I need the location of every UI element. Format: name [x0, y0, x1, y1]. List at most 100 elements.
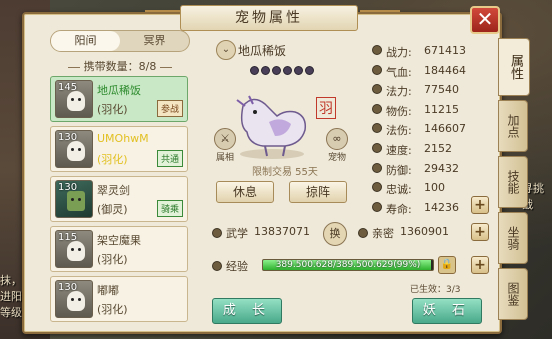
- background-text-2: 进阳: [0, 290, 22, 303]
- mana-icon: [372, 84, 382, 95]
- pet-type: (羽化): [97, 103, 128, 116]
- pet-switch-button[interactable]: ⌄: [216, 40, 236, 60]
- skill-icon[interactable]: [305, 66, 314, 75]
- magic-damage-icon: [372, 123, 382, 134]
- pet-info-icon-label: 宠物: [328, 153, 347, 163]
- stat-label: 寿命:: [386, 202, 412, 216]
- stat-row: 物伤: 11215: [372, 101, 492, 121]
- experience-plus-button[interactable]: +: [471, 256, 489, 274]
- pet-list-item[interactable]: 130 翠灵剑 (御灵) 骑乘: [50, 176, 188, 222]
- intimacy-label: 亲密: [372, 227, 394, 240]
- pet-list-item[interactable]: 145 地瓜稀饭 (羽化) 参战: [50, 76, 188, 122]
- pet-info-icon[interactable]: ∞: [326, 128, 348, 150]
- pet-avatar: 115: [55, 230, 93, 268]
- pet-status-badge: 共通: [156, 150, 183, 167]
- carry-count-text: 携带数量：8/8: [83, 60, 157, 73]
- pet-avatar: 130: [55, 130, 93, 168]
- stat-value: 671413: [424, 44, 466, 57]
- grow-button[interactable]: 成 长: [212, 298, 282, 324]
- side-tabs: 属性 加点 技能 坐骑 图鉴: [498, 38, 530, 324]
- pet-type: (羽化): [97, 153, 128, 166]
- hp-icon: [372, 64, 382, 75]
- pet-level: 130: [58, 182, 78, 193]
- tab-yangjian[interactable]: 阳间: [51, 31, 120, 51]
- pet-type: (羽化): [97, 253, 128, 266]
- stat-label: 法伤:: [386, 124, 412, 138]
- tab-mount[interactable]: 坐骑: [498, 212, 528, 264]
- tab-skills[interactable]: 技能: [498, 156, 528, 208]
- defense-icon: [372, 162, 382, 173]
- stat-label: 物伤:: [386, 104, 412, 118]
- pet-level: 130: [58, 132, 78, 143]
- pet-detail-name: 地瓜稀饭: [238, 44, 287, 58]
- power-icon: [372, 45, 382, 55]
- skill-icon[interactable]: [272, 66, 281, 75]
- plus-icon: +: [474, 257, 486, 273]
- monster-stone-button[interactable]: 妖 石: [412, 298, 482, 324]
- pet-name: 翠灵剑: [97, 184, 130, 197]
- pet-list: 145 地瓜稀饭 (羽化) 参战 130 UMOhwM (羽化) 共通 130 …: [50, 76, 192, 326]
- stat-value: 29432: [424, 161, 459, 175]
- stat-label: 忠诚:: [386, 183, 412, 197]
- experience-label: 经验: [226, 260, 248, 273]
- formation-button[interactable]: 掠阵: [289, 181, 347, 203]
- tab-handbook[interactable]: 图鉴: [498, 268, 528, 320]
- experience-text: 389.500.628/389.500.629(99%): [275, 260, 421, 270]
- skill-icon[interactable]: [261, 66, 270, 75]
- stat-row: 气血: 184464: [372, 62, 492, 82]
- pet-name: 地瓜稀饭: [97, 84, 141, 97]
- intimacy-value: 1360901: [400, 225, 449, 238]
- realm-tabs: 阳间 冥界: [50, 30, 190, 52]
- rest-button[interactable]: 休息: [216, 181, 274, 203]
- speed-icon: [372, 142, 382, 153]
- lock-icon[interactable]: 🔒: [438, 256, 456, 274]
- physical-damage-icon: [372, 103, 382, 114]
- pet-list-item[interactable]: 130 嘟嘟 (羽化): [50, 276, 188, 322]
- stat-value: 2152: [424, 141, 452, 155]
- tab-attributes[interactable]: 属性: [498, 38, 530, 96]
- effect-status: 已生效：3/3: [410, 285, 461, 295]
- pet-level: 115: [58, 232, 78, 243]
- skill-icon[interactable]: [250, 66, 259, 75]
- intimacy-icon: [358, 228, 368, 238]
- trade-limit-text: 限制交易 55天: [252, 167, 318, 178]
- stat-row: 法伤: 146607: [372, 120, 492, 140]
- pet-status-badge: 骑乘: [156, 200, 183, 217]
- title-ornament-right: [360, 10, 400, 18]
- stat-row: 战力: 671413: [372, 42, 492, 62]
- pet-name: 架空魔果: [97, 234, 141, 247]
- swap-button[interactable]: 换: [323, 222, 347, 246]
- experience-bar: 389.500.628/389.500.629(99%): [262, 259, 434, 271]
- intimacy-plus-button[interactable]: +: [471, 223, 489, 241]
- stat-label: 防御:: [386, 163, 412, 177]
- pet-avatar: 145: [55, 80, 93, 118]
- title-ornament-left: [145, 10, 185, 18]
- plus-icon: +: [474, 197, 486, 213]
- chevron-down-icon: ⌄: [221, 44, 231, 55]
- stat-value: 77540: [424, 83, 459, 97]
- pet-level: 145: [58, 82, 78, 93]
- lifespan-plus-button[interactable]: +: [471, 196, 489, 214]
- pet-list-column: 阳间 冥界 携带数量：8/8 145 地瓜稀饭 (羽化) 参战 130 UMOh…: [46, 30, 196, 330]
- loyalty-icon: [372, 182, 382, 193]
- tab-mingjie[interactable]: 冥界: [120, 31, 189, 51]
- stat-value: 14236: [424, 200, 459, 214]
- martial-arts-label: 武学: [226, 227, 248, 240]
- experience-icon: [212, 261, 222, 271]
- stat-label: 战力:: [386, 46, 412, 59]
- swap-icon: 换: [329, 227, 341, 240]
- close-icon: ✕: [476, 7, 494, 31]
- pet-avatar: 130: [55, 180, 93, 218]
- pet-list-item[interactable]: 130 UMOhwM (羽化) 共通: [50, 126, 188, 172]
- tab-add-points[interactable]: 加点: [498, 100, 528, 152]
- skill-icon[interactable]: [283, 66, 292, 75]
- pet-list-item[interactable]: 115 架空魔果 (羽化): [50, 226, 188, 272]
- close-button[interactable]: ✕: [470, 6, 500, 34]
- skill-icon[interactable]: [294, 66, 303, 75]
- window-title: 宠物属性: [180, 5, 358, 31]
- pet-type: (羽化): [97, 303, 128, 316]
- pet-level: 130: [58, 282, 78, 293]
- stat-value: 11215: [424, 102, 459, 116]
- pet-portrait: [236, 95, 307, 159]
- pet-name: UMOhwM: [97, 132, 149, 145]
